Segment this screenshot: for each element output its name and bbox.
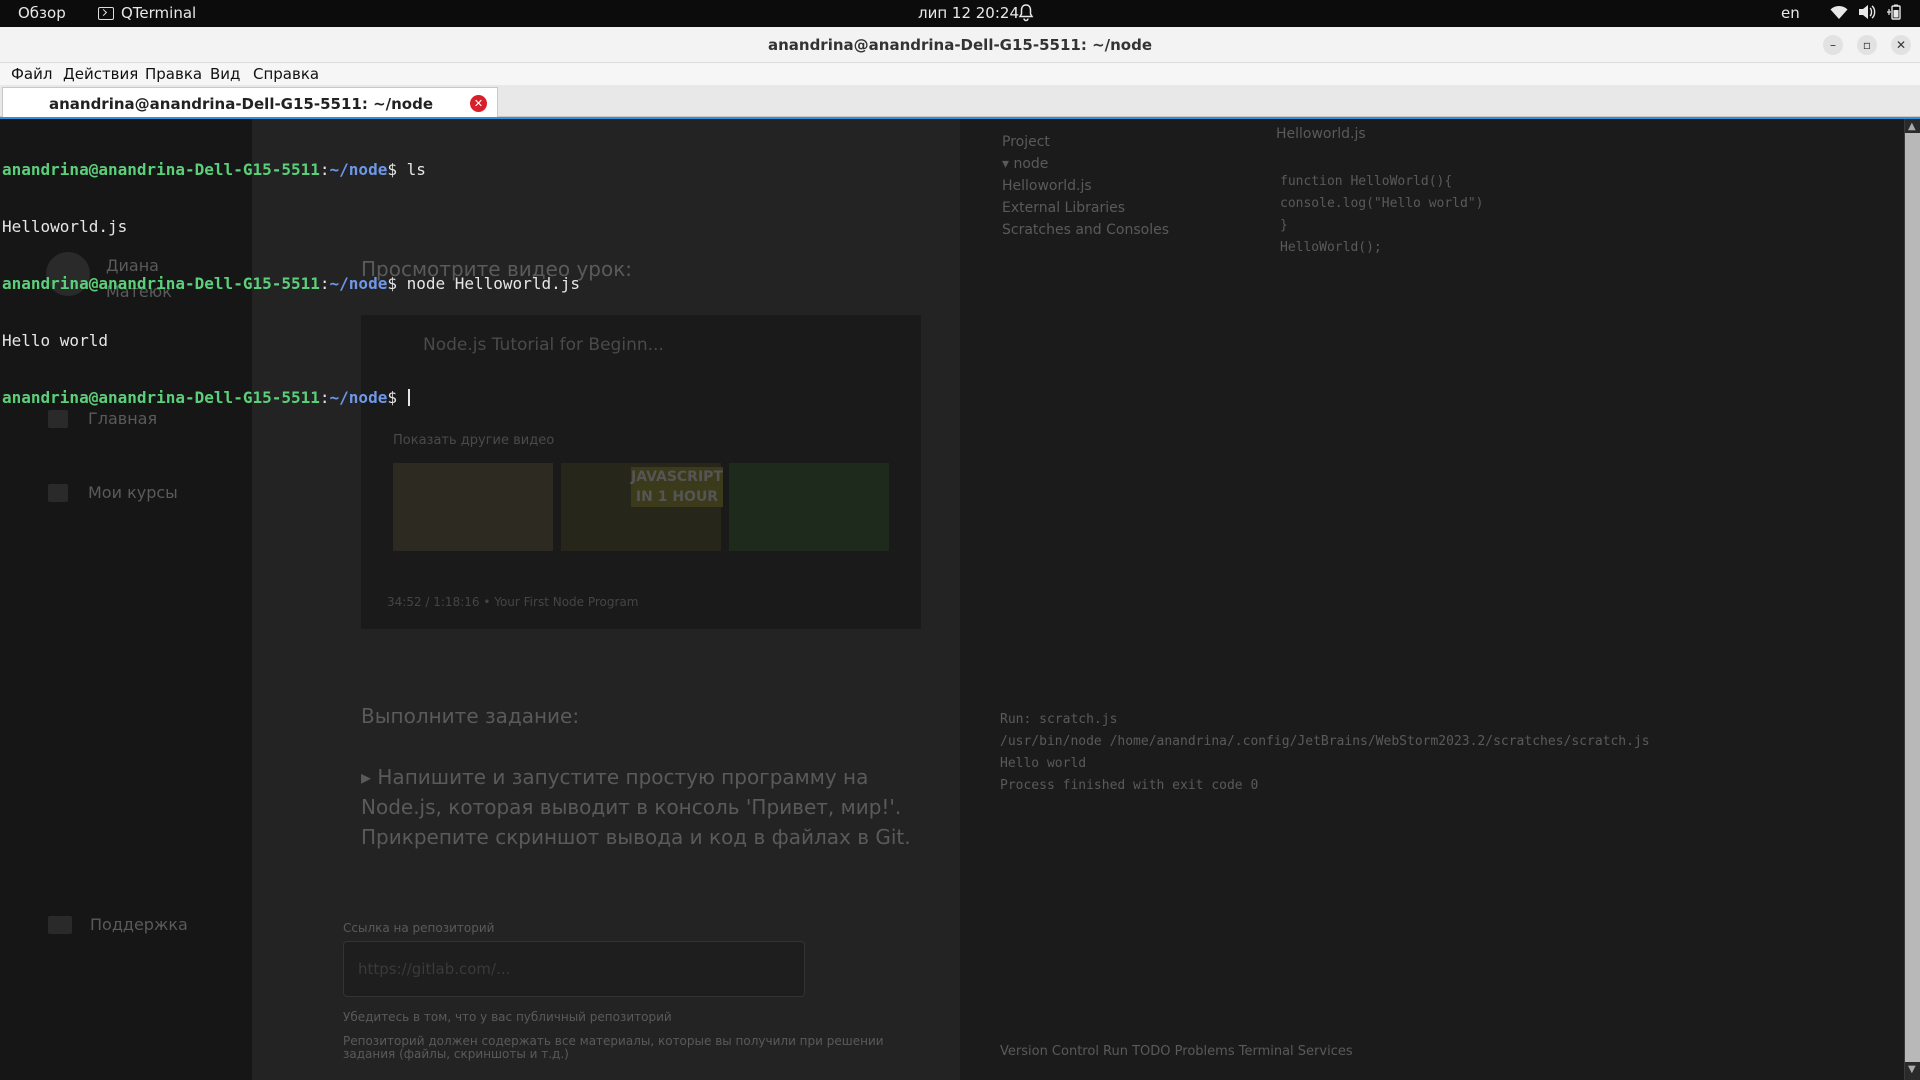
terminal-output[interactable]: anandrina@anandrina-Dell-G15-5511:~/node… xyxy=(2,122,580,445)
video-thumbnail xyxy=(729,463,889,551)
background-task-text: ▸ Напишите и запустите простую программу… xyxy=(361,765,911,849)
menu-edit[interactable]: Правка xyxy=(145,65,202,83)
video-thumbnail xyxy=(393,463,553,551)
bell-icon[interactable] xyxy=(1018,4,1034,26)
scroll-up-icon[interactable]: ▲ xyxy=(1908,121,1916,132)
terminal-tab[interactable]: anandrina@anandrina-Dell-G15-5511: ~/nod… xyxy=(2,87,498,117)
window-title: anandrina@anandrina-Dell-G15-5511: ~/nod… xyxy=(767,36,1153,54)
background-ide-code: function HelloWorld(){ console.log("Hell… xyxy=(1280,174,1484,255)
terminal-output-line: Helloworld.js xyxy=(2,217,128,236)
terminal-command: ls xyxy=(406,160,426,179)
system-top-bar: Обзор QTerminal лип 12 20:24 en xyxy=(0,0,1920,27)
terminal-command: node Helloworld.js xyxy=(406,274,580,293)
terminal-prompt-line[interactable]: anandrina@anandrina-Dell-G15-5511:~/node… xyxy=(2,388,580,407)
terminal-icon xyxy=(98,6,114,20)
menu-file[interactable]: Файл xyxy=(11,65,52,83)
background-video-controls: 34:52 / 1:18:16 • Your First Node Progra… xyxy=(387,595,639,609)
background-ide-toolbar: Version Control Run TODO Problems Termin… xyxy=(1000,1044,1353,1059)
battery-icon xyxy=(1887,4,1901,20)
background-ide-project-tree: Project ▾ node Helloworld.js External Li… xyxy=(1002,134,1169,238)
scroll-down-icon[interactable]: ▼ xyxy=(1908,1064,1916,1075)
terminal-output-line: Hello world xyxy=(2,331,108,350)
volume-icon xyxy=(1859,5,1876,19)
background-repo-placeholder: https://gitlab.com/... xyxy=(358,960,511,978)
terminal-prompt-line: anandrina@anandrina-Dell-G15-5511:~/node… xyxy=(2,160,426,179)
close-tab-icon[interactable]: ✕ xyxy=(470,95,487,112)
terminal-tab-label: anandrina@anandrina-Dell-G15-5511: ~/nod… xyxy=(48,95,434,113)
activities-button[interactable]: Обзор xyxy=(18,4,66,22)
menu-actions[interactable]: Действия xyxy=(63,65,138,83)
users-icon xyxy=(48,915,72,934)
terminal-scrollbar[interactable]: ▲ ▼ xyxy=(1904,119,1920,1080)
menu-bar: Файл Действия Правка Вид Справка xyxy=(0,63,1920,85)
background-heading-task: Выполните задание: xyxy=(361,704,580,728)
background-ide-window xyxy=(960,119,1904,1080)
window-title-bar[interactable]: anandrina@anandrina-Dell-G15-5511: ~/nod… xyxy=(0,27,1920,63)
system-status-menu[interactable] xyxy=(1830,4,1904,20)
keyboard-layout-indicator[interactable]: en xyxy=(1781,4,1800,22)
terminal-prompt-line: anandrina@anandrina-Dell-G15-5511:~/node… xyxy=(2,274,580,293)
menu-view[interactable]: Вид xyxy=(210,65,240,83)
background-repo-input: https://gitlab.com/... xyxy=(343,941,805,997)
background-ide-run-panel: Run: scratch.js /usr/bin/node /home/anan… xyxy=(1000,712,1650,793)
terminal-view[interactable]: Диана Матеюк Главная Мои курсы Поддержка… xyxy=(0,117,1920,1080)
background-repo-hint: Убедитесь в том, что у вас публичный реп… xyxy=(343,1010,672,1024)
background-ide-editor-tab: Helloworld.js xyxy=(1276,126,1366,142)
background-nav-support: Поддержка xyxy=(48,915,188,934)
text-cursor xyxy=(407,389,410,406)
background-repo-label: Ссылка на репозиторий xyxy=(343,921,495,935)
minimize-button[interactable]: – xyxy=(1823,35,1843,55)
clock[interactable]: лип 12 20:24 xyxy=(918,4,1019,22)
grid-icon xyxy=(48,483,68,502)
scrollbar-thumb[interactable] xyxy=(1905,133,1920,1062)
app-name: QTerminal xyxy=(121,4,197,22)
maximize-button[interactable]: ▫ xyxy=(1857,35,1877,55)
background-repo-note: Репозиторий должен содержать все материа… xyxy=(343,1034,884,1061)
close-window-button[interactable]: ✕ xyxy=(1891,35,1911,55)
menu-help[interactable]: Справка xyxy=(253,65,319,83)
background-nav-courses: Мои курсы xyxy=(48,483,178,502)
app-menu-button[interactable]: QTerminal xyxy=(98,4,196,22)
video-thumbnail-text: JAVASCRIPT IN 1 HOUR xyxy=(631,467,723,507)
wifi-icon xyxy=(1830,5,1848,19)
tab-bar: anandrina@anandrina-Dell-G15-5511: ~/nod… xyxy=(0,85,1920,117)
